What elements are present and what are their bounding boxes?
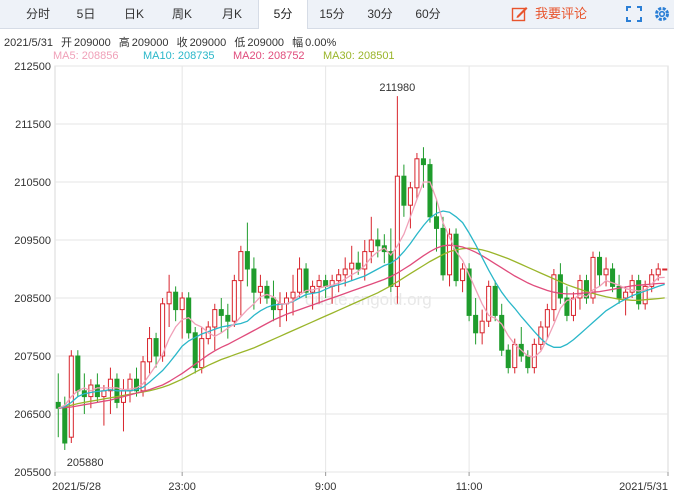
- candle-body: [336, 274, 342, 282]
- candle-body: [257, 285, 263, 293]
- candle-body: [479, 320, 485, 334]
- candle-body: [544, 309, 550, 328]
- candle-body: [173, 291, 179, 311]
- candle-body: [147, 338, 153, 363]
- min-price-annotation: 205880: [67, 457, 104, 469]
- candle-body: [407, 187, 413, 206]
- candle-body: [238, 251, 244, 282]
- candle-body: [388, 251, 394, 287]
- candle-body: [75, 355, 81, 392]
- candle-body: [62, 407, 68, 444]
- candle-body: [270, 297, 276, 311]
- candle-body: [179, 297, 185, 311]
- candle-body: [297, 268, 303, 293]
- candle-body: [349, 262, 355, 270]
- y-tick-label: 208500: [14, 293, 51, 305]
- candle-body: [499, 314, 505, 351]
- y-tick-label: 212500: [14, 61, 51, 73]
- candle-body: [166, 291, 172, 305]
- candle-body: [153, 338, 159, 357]
- watermark-text: quote.cngold.org: [305, 290, 432, 309]
- ma20-line: [58, 244, 665, 409]
- x-tick-label: 11:00: [456, 481, 483, 493]
- y-tick-label: 209500: [14, 235, 51, 247]
- candle-body: [492, 285, 498, 316]
- y-tick-label: 211500: [15, 119, 51, 131]
- candle-body: [251, 268, 257, 293]
- candle-body: [427, 164, 433, 218]
- candle-body: [570, 297, 576, 316]
- candle-body: [597, 256, 603, 276]
- candle-body: [440, 227, 446, 276]
- candle-body: [453, 233, 459, 282]
- candle-body: [525, 355, 531, 369]
- candle-body: [186, 297, 192, 334]
- candle-body: [538, 326, 544, 345]
- candle-body: [101, 390, 107, 398]
- candle-body: [557, 274, 563, 299]
- candle-body: [199, 338, 205, 369]
- candle-body: [512, 343, 518, 369]
- candle-body: [460, 268, 466, 282]
- candle-body: [414, 158, 420, 189]
- y-tick-label: 205500: [14, 467, 51, 479]
- x-tick-label: 23:00: [168, 481, 196, 493]
- x-tick-label: 9:00: [315, 481, 336, 493]
- candle-body: [303, 268, 309, 293]
- candle-body: [316, 280, 322, 287]
- y-tick-label: 206500: [14, 409, 51, 421]
- candle-body: [368, 239, 374, 253]
- candle-body: [375, 239, 381, 247]
- candle-body: [401, 175, 407, 206]
- candle-body: [160, 303, 166, 357]
- kline-chart[interactable]: quote.cngold.org 212500 211500 210500 20950…: [0, 0, 674, 495]
- candle-body: [264, 285, 270, 299]
- candle-body: [433, 216, 440, 229]
- candle-body: [420, 158, 426, 166]
- candle-body: [290, 291, 296, 299]
- candle-body: [623, 291, 629, 299]
- candle-body: [218, 309, 224, 316]
- x-tick-label: 2021/5/31: [619, 481, 668, 493]
- max-price-annotation: 211980: [379, 82, 415, 94]
- candle-body: [505, 349, 511, 369]
- candle-body: [394, 175, 400, 287]
- candle-body: [212, 309, 218, 328]
- candle-body: [342, 268, 348, 276]
- candle-body: [655, 268, 661, 276]
- candle-body: [244, 251, 250, 270]
- candle-body: [473, 314, 479, 334]
- y-tick-label: 207500: [14, 351, 51, 363]
- candle-body: [231, 280, 237, 322]
- x-tick-label: 2021/5/28: [52, 481, 101, 493]
- y-tick-label: 210500: [14, 177, 51, 189]
- candle-body: [225, 314, 231, 322]
- candle-body: [355, 262, 361, 270]
- candle-body: [603, 268, 609, 276]
- candle-body: [662, 268, 668, 271]
